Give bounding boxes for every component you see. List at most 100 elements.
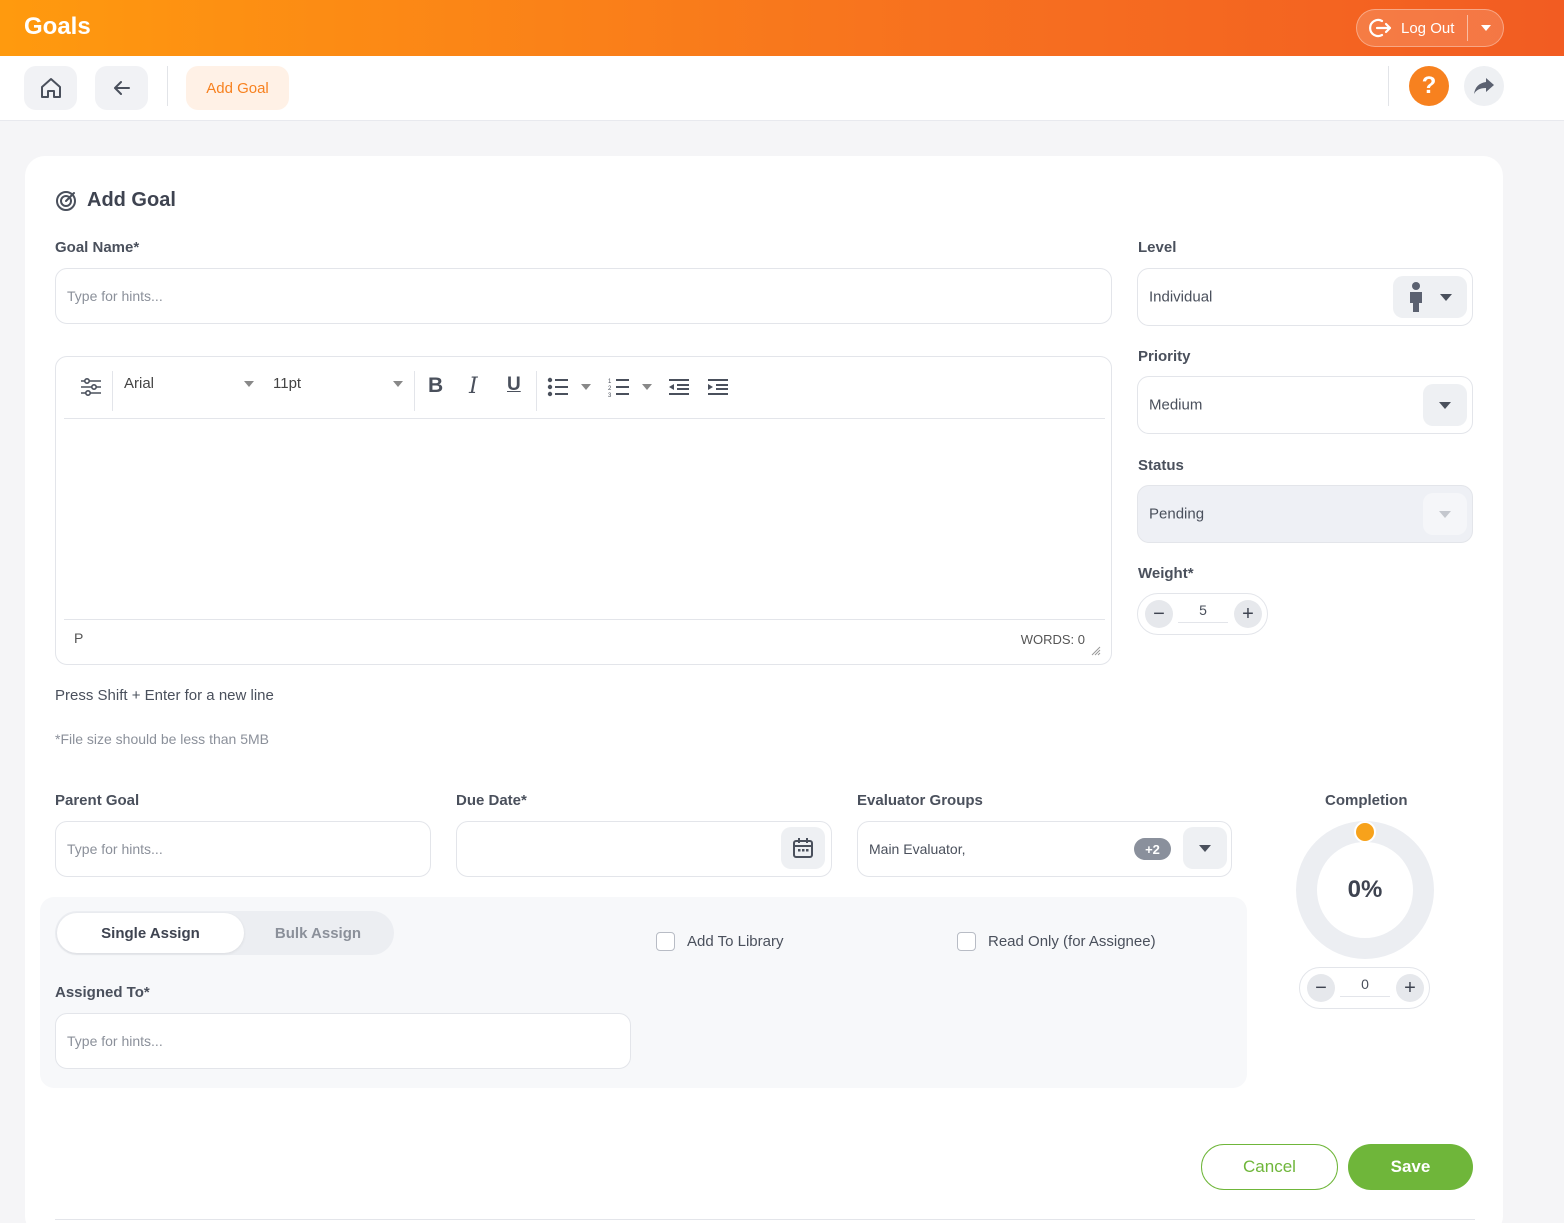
goal-name-input[interactable]: Type for hints... [55,268,1112,324]
logout-button[interactable]: Log Out [1357,10,1467,46]
add-to-library-label: Add To Library [687,933,784,950]
read-only-checkbox[interactable]: Read Only (for Assignee) [957,932,1156,951]
level-select[interactable]: Individual [1137,268,1473,326]
arrow-left-icon [113,81,130,95]
logout-button-group[interactable]: Log Out [1356,9,1504,47]
status-label: Status [1138,457,1184,474]
status-select: Pending [1137,485,1473,543]
sliders-icon [81,377,101,397]
editor-toolbar: Arial 11pt B I U 1 2 3 [64,357,1105,419]
caret-down-icon [1199,844,1211,852]
checkbox-box[interactable] [957,932,976,951]
level-dropdown-button[interactable] [1393,276,1467,318]
outdent-icon [669,379,689,395]
logout-icon [1369,18,1392,38]
completion-value[interactable]: 0 [1340,976,1390,997]
share-button[interactable] [1464,66,1504,106]
save-button[interactable]: Save [1348,1144,1473,1190]
home-icon [40,78,61,98]
level-label: Level [1138,239,1177,256]
weight-value[interactable]: 5 [1178,602,1228,623]
nav-bar: Add Goal [0,56,1564,121]
rich-text-editor[interactable]: Arial 11pt B I U 1 2 3 P WORDS: 0 [55,356,1112,665]
goal-name-placeholder: Type for hints... [67,288,163,304]
logout-menu-toggle[interactable] [1468,24,1503,32]
goal-name-label: Goal Name* [55,239,140,256]
caret-down-icon [244,380,254,387]
newline-hint: Press Shift + Enter for a new line [55,687,274,704]
caret-down-icon [1440,293,1452,301]
caret-down-icon [1439,401,1451,409]
completion-decrement-button[interactable]: − [1307,974,1335,1002]
numbered-list-button[interactable]: 1 2 3 [608,377,652,397]
evaluator-groups-value: Main Evaluator, [869,841,966,857]
tab-single-assign[interactable]: Single Assign [57,913,244,953]
help-button[interactable]: ? [1409,66,1449,106]
nav-divider [167,66,168,106]
bullet-list-icon [547,377,568,397]
weight-stepper: − 5 + [1137,593,1268,635]
file-size-hint: *File size should be less than 5MB [55,731,269,747]
numbered-list-icon: 1 2 3 [608,379,629,397]
editor-status-bar: P WORDS: 0 [64,619,1105,665]
weight-increment-button[interactable]: + [1234,600,1262,628]
resize-handle-icon[interactable] [1091,646,1101,656]
caret-down-icon [393,380,403,387]
toolbar-divider [536,371,537,411]
bullet-list-button[interactable] [547,377,591,397]
priority-select[interactable]: Medium [1137,376,1473,434]
tab-bulk-assign[interactable]: Bulk Assign [244,911,392,955]
assigned-to-label: Assigned To* [55,984,150,1001]
home-button[interactable] [24,66,77,110]
checkbox-box[interactable] [656,932,675,951]
app-header: Goals Log Out [0,0,1564,56]
cancel-button[interactable]: Cancel [1201,1144,1338,1190]
breadcrumb-add-goal[interactable]: Add Goal [186,66,289,110]
bold-button[interactable]: B [428,374,443,398]
completion-ring[interactable]: 0% [1296,821,1434,959]
calendar-icon [793,838,813,858]
weight-decrement-button[interactable]: − [1145,600,1173,628]
due-date-input[interactable] [456,821,832,877]
outdent-button[interactable] [668,378,690,396]
caret-down-icon [581,384,591,390]
target-icon [56,190,76,211]
page-title: Add Goal [87,189,176,211]
font-size-select[interactable]: 11pt [273,375,403,392]
weight-label: Weight* [1138,565,1194,582]
back-button[interactable] [95,66,148,110]
add-to-library-checkbox[interactable]: Add To Library [656,932,783,951]
read-only-label: Read Only (for Assignee) [988,933,1156,950]
caret-down-icon [1480,25,1491,31]
underline-button[interactable]: U [507,374,521,396]
italic-button[interactable]: I [469,374,478,399]
parent-goal-input[interactable]: Type for hints... [55,821,431,877]
evaluator-groups-select[interactable]: Main Evaluator, +2 [857,821,1232,877]
completion-handle[interactable] [1354,821,1376,843]
status-dropdown-button [1423,493,1467,535]
word-count: WORDS: 0 [1020,632,1085,647]
parent-goal-placeholder: Type for hints... [67,841,163,857]
evaluator-groups-label: Evaluator Groups [857,792,983,809]
indent-button[interactable] [707,378,729,396]
date-picker-button[interactable] [781,827,825,869]
completion-increment-button[interactable]: + [1396,974,1424,1002]
share-icon [1474,78,1494,94]
element-path: P [74,630,84,646]
svg-text:2: 2 [608,386,612,392]
logout-label: Log Out [1401,19,1455,37]
toolbar-divider [414,371,415,411]
caret-down-icon [1439,510,1451,518]
svg-text:3: 3 [608,393,612,397]
completion-label: Completion [1325,792,1408,809]
font-family-value: Arial [124,375,155,392]
priority-dropdown-button[interactable] [1423,384,1467,426]
extra-count-badge: +2 [1134,838,1171,860]
editor-settings-button[interactable] [80,377,102,397]
font-family-select[interactable]: Arial [124,375,254,392]
assigned-to-input[interactable]: Type for hints... [55,1013,631,1069]
page-heading: Add Goal [55,189,176,212]
due-date-label: Due Date* [456,792,527,809]
completion-stepper: − 0 + [1299,967,1430,1009]
evaluator-groups-dropdown-button[interactable] [1183,827,1227,869]
